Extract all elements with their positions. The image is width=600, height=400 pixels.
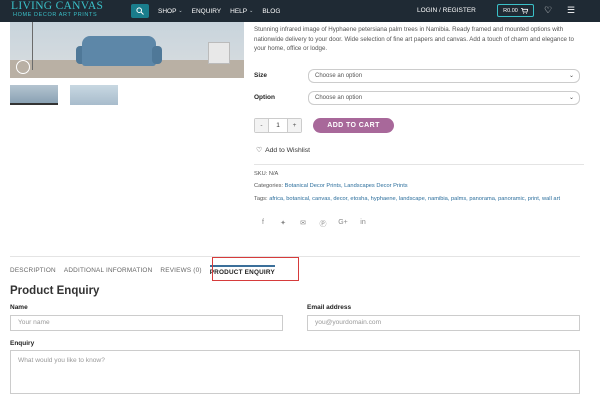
email-icon[interactable]: ✉ [298, 219, 308, 229]
zoom-icon[interactable] [16, 60, 30, 74]
qty-plus-button[interactable]: + [288, 119, 301, 132]
form-title: Product Enquiry [10, 285, 100, 297]
option-label: Option [254, 94, 275, 101]
name-input[interactable]: Your name [10, 315, 283, 331]
hamburger-icon[interactable]: ☰ [567, 4, 575, 16]
pinterest-icon[interactable]: Ⓟ [318, 219, 328, 229]
tab-highlight-box [212, 257, 299, 281]
cart-button[interactable]: R0.00 [497, 4, 534, 17]
tab-reviews[interactable]: REVIEWS (0) [160, 267, 201, 274]
categories-prefix: Categories: [254, 183, 285, 189]
lamp-shape [32, 22, 50, 70]
add-to-wishlist-link[interactable]: ♡ Add to Wishlist [256, 146, 310, 154]
sofa-arm-right [152, 46, 162, 64]
nav-enquiry-label: ENQUIRY [191, 7, 222, 15]
sku-text: SKU: N/A [254, 171, 279, 177]
chevron-down-icon: ⌄ [568, 95, 574, 101]
email-input[interactable]: you@yourdomain.com [307, 315, 580, 331]
size-label: Size [254, 72, 268, 79]
size-select-value: Choose an option [315, 73, 363, 79]
tags-links[interactable]: africa, botanical, canvas, decor, etosha… [269, 196, 560, 202]
search-icon [136, 7, 144, 15]
categories-line: Categories: Botanical Decor Prints, Land… [254, 182, 408, 190]
name-label: Name [10, 304, 28, 311]
product-image[interactable] [10, 22, 244, 78]
wishlist-label: Add to Wishlist [265, 147, 311, 154]
nav-shop-label: SHOP [158, 7, 177, 15]
size-select[interactable]: Choose an option ⌄ [308, 69, 580, 83]
site-header: LIVING CANVAS HOME DECOR ART PRINTS SHOP… [0, 0, 600, 22]
nav-blog[interactable]: BLOG [262, 8, 280, 15]
categories-links[interactable]: Botanical Decor Prints, Landscapes Decor… [285, 183, 408, 189]
main-nav: SHOP ⌄ ENQUIRY HELP ⌄ BLOG [158, 0, 289, 22]
option-select[interactable]: Choose an option ⌄ [308, 91, 580, 105]
product-description: Stunning infrared image of Hyphaene pete… [254, 26, 574, 53]
nav-enquiry[interactable]: ENQUIRY [192, 8, 222, 15]
tags-prefix: Tags: [254, 196, 270, 202]
share-icons: f ✦ ✉ Ⓟ G+ in [258, 219, 368, 229]
tab-additional-information[interactable]: ADDITIONAL INFORMATION [64, 267, 153, 274]
heart-icon: ♡ [256, 147, 263, 154]
google-plus-icon[interactable]: G+ [338, 219, 348, 229]
add-to-cart-button[interactable]: ADD TO CART [313, 118, 394, 133]
login-register-link[interactable]: LOGIN / REGISTER [417, 7, 476, 14]
enquiry-label: Enquiry [10, 340, 35, 347]
tab-description[interactable]: DESCRIPTION [10, 267, 56, 274]
heart-icon[interactable]: ♡ [544, 4, 552, 16]
nav-help-label: HELP [230, 7, 248, 15]
product-thumbnail-1[interactable] [10, 85, 58, 105]
product-thumbnail-2[interactable] [70, 85, 118, 105]
nav-blog-label: BLOG [262, 7, 281, 15]
logo-title: LIVING CANVAS [11, 0, 104, 12]
search-button[interactable] [131, 4, 149, 18]
option-select-value: Choose an option [315, 95, 363, 101]
enquiry-textarea[interactable]: What would you like to know? [10, 350, 580, 394]
email-label: Email address [307, 304, 352, 311]
logo-tagline: HOME DECOR ART PRINTS [13, 12, 98, 18]
sofa-shape [82, 36, 156, 66]
twitter-icon[interactable]: ✦ [278, 219, 288, 229]
chevron-down-icon: ⌄ [178, 8, 183, 14]
nav-shop[interactable]: SHOP ⌄ [158, 8, 183, 15]
cart-total: R0.00 [503, 7, 518, 14]
side-table-shape [208, 42, 230, 64]
qty-input[interactable]: 1 [268, 119, 288, 132]
quantity-stepper: - 1 + [254, 118, 302, 133]
nav-help[interactable]: HELP ⌄ [230, 8, 253, 15]
site-logo[interactable]: LIVING CANVAS HOME DECOR ART PRINTS [11, 0, 115, 20]
chevron-down-icon: ⌄ [568, 73, 574, 79]
qty-minus-button[interactable]: - [255, 119, 268, 132]
cart-icon [520, 7, 528, 14]
facebook-icon[interactable]: f [258, 219, 268, 229]
linkedin-icon[interactable]: in [358, 219, 368, 229]
chevron-down-icon: ⌄ [249, 8, 254, 14]
tags-line: Tags: africa, botanical, canvas, decor, … [254, 195, 584, 203]
divider [254, 164, 584, 165]
